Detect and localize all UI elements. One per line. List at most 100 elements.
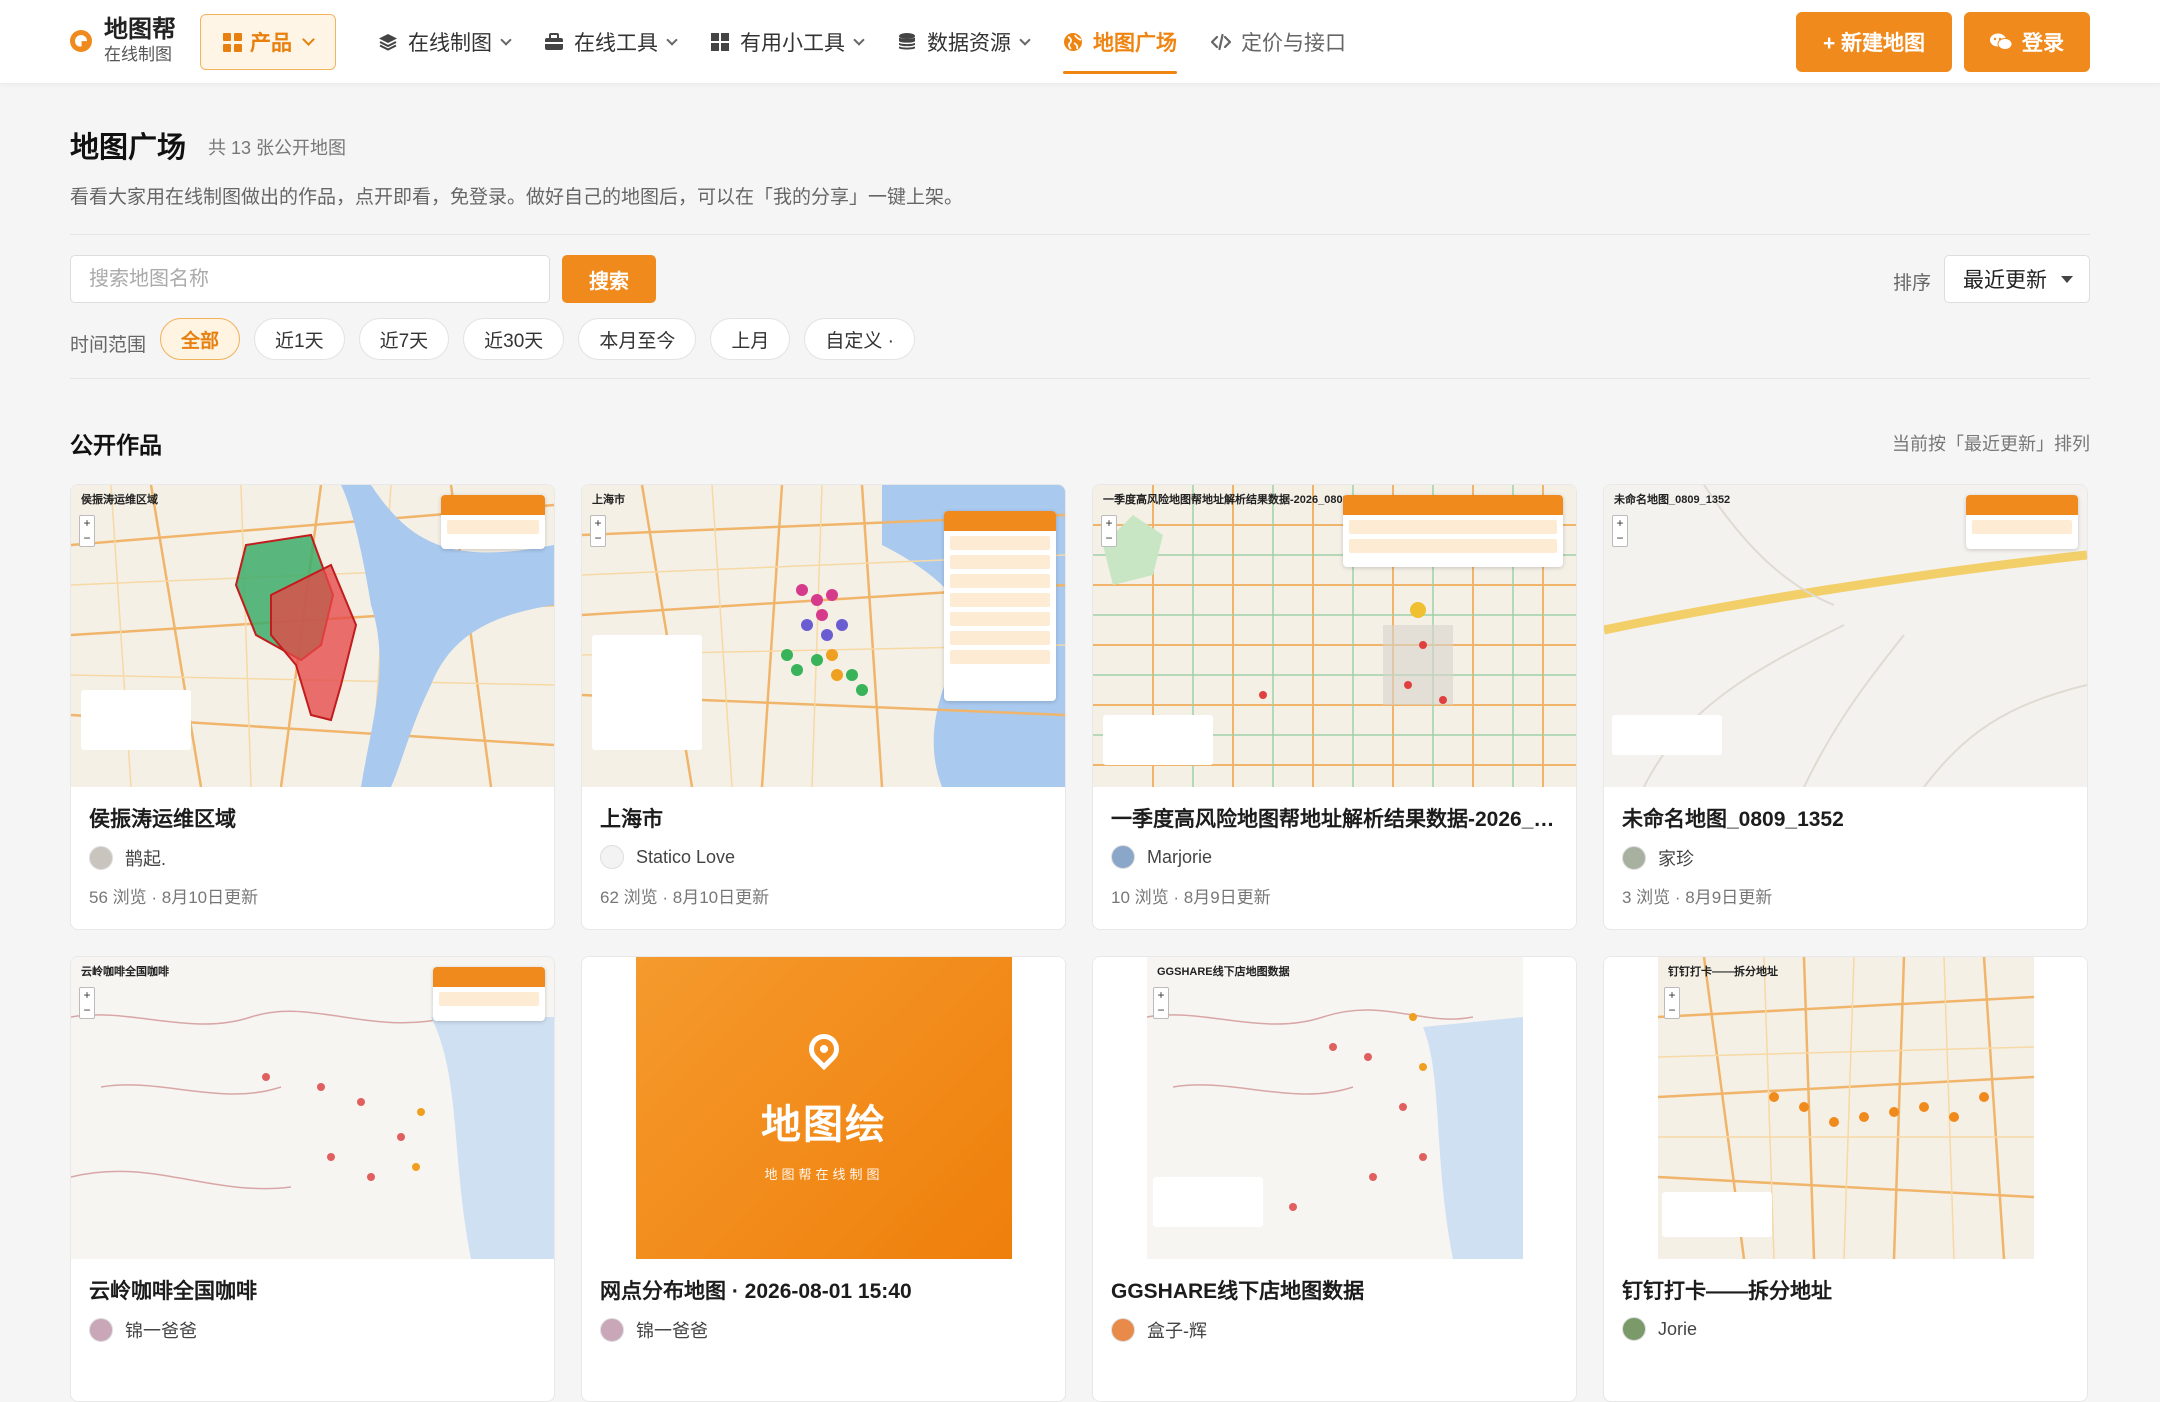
map-card[interactable]: 侯振涛运维区域 + − 侯振涛运维区域 鹊起. 56 浏览 · 8月10日更新 [70, 484, 555, 930]
author-name: 盒子-辉 [1147, 1321, 1207, 1341]
caret-down-icon [2061, 276, 2073, 283]
card-title[interactable]: 钉钉打卡——拆分地址 [1622, 1275, 2072, 1305]
card-title[interactable]: 云岭咖啡全国咖啡 [89, 1275, 539, 1305]
card-title[interactable]: GGSHARE线下店地图数据 [1111, 1275, 1561, 1305]
time-chip-1d[interactable]: 近1天 [254, 318, 345, 360]
time-range-filters: 全部 近1天 近7天 近30天 本月至今 上月 自定义 · [160, 318, 929, 360]
grid-icon [711, 33, 729, 51]
thumbnail-label: GGSHARE线下店地图数据 [1157, 966, 1290, 978]
card-title[interactable]: 网点分布地图 · 2026-08-01 15:40 [600, 1275, 1050, 1305]
logo-subtitle: 在线制图 [104, 45, 172, 64]
map-thumbnail[interactable]: 钉钉打卡——拆分地址 + − [1604, 957, 2087, 1259]
zoom-controls: + − [79, 515, 95, 547]
card-author: 家珍 [1622, 845, 1694, 871]
nav-label: 有用小工具 [740, 32, 845, 55]
cover-title: 地图绘 [761, 1102, 887, 1147]
time-chip-month-to-date[interactable]: 本月至今 [578, 318, 697, 360]
time-chip-last-month[interactable]: 上月 [710, 318, 791, 360]
map-thumbnail[interactable]: 上海市 + − [582, 485, 1065, 787]
sort-note: 当前按「最近更新」排列 [1892, 434, 2090, 454]
nav-label: 在线工具 [574, 32, 658, 55]
avatar [1622, 846, 1646, 870]
map-thumbnail[interactable]: 侯振涛运维区域 + − [71, 485, 554, 787]
nav-label: 地图广场 [1093, 32, 1177, 55]
layer-panel [433, 967, 545, 1021]
thumbnail-label: 侯振涛运维区域 [81, 494, 158, 506]
map-card[interactable]: 地图绘 地图帮在线制图 网点分布地图 · 2026-08-01 15:40 锦一… [581, 956, 1066, 1402]
nav-online-tools[interactable]: 在线工具 [544, 0, 678, 84]
nav-data-resources[interactable]: 数据资源 [897, 0, 1031, 84]
zoom-controls: + − [79, 987, 95, 1019]
card-meta: 62 浏览 · 8月10日更新 [600, 888, 770, 907]
zoom-controls: + − [1101, 515, 1117, 547]
card-author: 锦一爸爸 [600, 1317, 708, 1343]
map-thumbnail[interactable]: 云岭咖啡全国咖啡 + − [71, 957, 554, 1259]
card-author: Marjorie [1111, 845, 1212, 869]
nav-online-mapping[interactable]: 在线制图 [378, 0, 512, 84]
nav-useful-tools[interactable]: 有用小工具 [710, 0, 865, 84]
nav-label: 定价与接口 [1241, 32, 1346, 55]
map-thumbnail[interactable]: 未命名地图_0809_1352 + − [1604, 485, 2087, 787]
author-name: 锦一爸爸 [125, 1321, 197, 1341]
map-card[interactable]: 一季度高风险地图帮地址解析结果数据-2026_0809_1737_55 + − 一… [1092, 484, 1577, 930]
product-menu-button[interactable]: 产品 [200, 14, 336, 70]
card-title[interactable]: 未命名地图_0809_1352 [1622, 803, 2072, 833]
map-count: 共 13 张公开地图 [208, 138, 347, 158]
avatar [1622, 1317, 1646, 1341]
map-card[interactable]: 上海市 + − 上海市 Statico Love 62 浏览 · 8月10日更新 [581, 484, 1066, 930]
layer-panel [1343, 495, 1563, 567]
thumbnail-label: 钉钉打卡——拆分地址 [1668, 966, 1778, 978]
thumbnail-label: 上海市 [592, 494, 625, 506]
map-card[interactable]: 未命名地图_0809_1352 + − 未命名地图_0809_1352 家珍 3 … [1603, 484, 2088, 930]
avatar [89, 1318, 113, 1342]
map-card[interactable]: 钉钉打卡——拆分地址 + − 钉钉打卡——拆分地址 Jorie [1603, 956, 2088, 1402]
login-button[interactable]: 登录 [1964, 12, 2090, 72]
apps-icon [223, 32, 242, 52]
map-thumbnail[interactable]: 一季度高风险地图帮地址解析结果数据-2026_0809_1737_55 + − [1093, 485, 1576, 787]
avatar [1111, 845, 1135, 869]
card-meta: 3 浏览 · 8月9日更新 [1622, 888, 1773, 907]
sort-label: 排序 [1893, 273, 1932, 294]
author-name: 鹊起. [125, 849, 167, 869]
chevron-down-icon [853, 33, 865, 46]
toolbox-icon [545, 33, 563, 50]
sort-selected-value: 最近更新 [1963, 269, 2047, 292]
card-title[interactable]: 侯振涛运维区域 [89, 803, 539, 833]
chevron-down-icon [666, 33, 678, 46]
avatar [600, 1318, 624, 1342]
author-name: Jorie [1658, 1318, 1698, 1339]
nav-pricing-api[interactable]: 定价与接口 [1211, 0, 1346, 84]
time-chip-30d[interactable]: 近30天 [463, 318, 565, 360]
map-card[interactable]: GGSHARE线下店地图数据 + − GGSHARE线下店地图数据 盒子-辉 [1092, 956, 1577, 1402]
card-author: 盒子-辉 [1111, 1317, 1207, 1343]
chevron-down-icon [500, 33, 512, 46]
map-pin-icon [802, 1027, 846, 1070]
card-meta: 10 浏览 · 8月9日更新 [1111, 888, 1271, 907]
divider [70, 234, 2090, 235]
card-title[interactable]: 上海市 [600, 803, 1050, 833]
map-thumbnail[interactable]: 地图绘 地图帮在线制图 [582, 957, 1065, 1259]
map-thumbnail[interactable]: GGSHARE线下店地图数据 + − [1093, 957, 1576, 1259]
thumbnail-label: 未命名地图_0809_1352 [1614, 494, 1731, 506]
card-author: 锦一爸爸 [89, 1317, 197, 1343]
time-chip-all[interactable]: 全部 [160, 318, 241, 360]
new-map-button[interactable]: + 新建地图 [1796, 12, 1952, 72]
sort-select[interactable]: 最近更新 [1944, 255, 2090, 303]
database-icon [898, 33, 916, 50]
wechat-icon [1990, 33, 2012, 50]
main-nav: 在线制图 在线工具 有用小工具 数据资源 地图广场 定价与接口 [378, 0, 1380, 84]
nav-map-plaza[interactable]: 地图广场 [1063, 0, 1177, 84]
logo-icon [70, 29, 92, 52]
card-title[interactable]: 一季度高风险地图帮地址解析结果数据-2026_0809_1737_55 [1111, 803, 1561, 833]
time-chip-custom[interactable]: 自定义 · [804, 318, 915, 360]
default-cover: 地图绘 地图帮在线制图 [636, 957, 1012, 1259]
globe-icon [1064, 33, 1082, 51]
time-chip-7d[interactable]: 近7天 [358, 318, 450, 360]
logo[interactable]: 地图帮 在线制图 [70, 18, 176, 63]
page-description: 看看大家用在线制图做出的作品，点开即看，免登录。做好自己的地图后，可以在「我的分… [70, 187, 964, 208]
map-card[interactable]: 云岭咖啡全国咖啡 + − 云岭咖啡全国咖啡 锦一爸爸 [70, 956, 555, 1402]
search-button[interactable]: 搜索 [562, 255, 656, 303]
search-input[interactable] [70, 255, 550, 303]
card-author: 鹊起. [89, 845, 166, 871]
zoom-controls: + − [1664, 987, 1680, 1019]
